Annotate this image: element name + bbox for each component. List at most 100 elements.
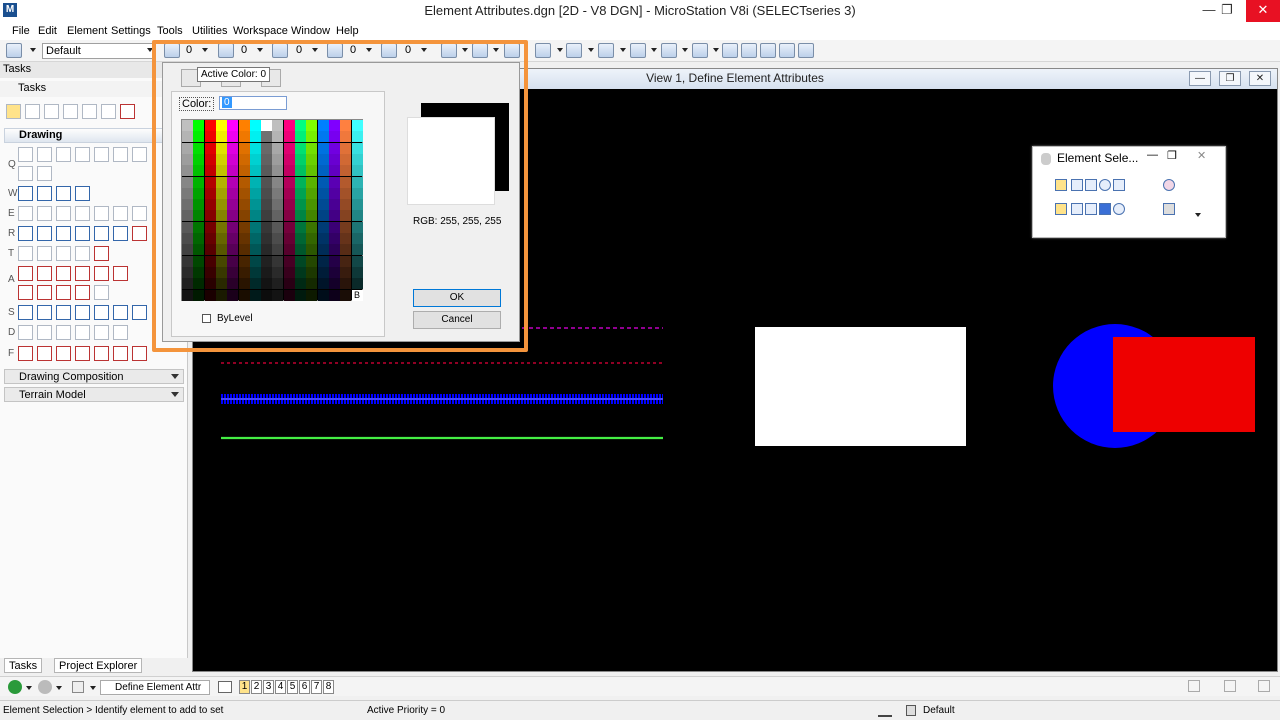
- text-fill-icon[interactable]: [75, 285, 90, 300]
- color-swatch[interactable]: [238, 233, 250, 244]
- color-swatch[interactable]: [249, 255, 261, 267]
- line-style-icon[interactable]: [218, 43, 234, 58]
- color-swatch[interactable]: [238, 266, 250, 278]
- color-swatch[interactable]: [238, 153, 250, 165]
- color-swatch[interactable]: [306, 120, 318, 131]
- color-swatch[interactable]: [193, 142, 205, 154]
- color-swatch[interactable]: [306, 210, 318, 222]
- place-arc-icon[interactable]: [56, 206, 71, 221]
- view-groups-icon[interactable]: [218, 681, 232, 693]
- color-swatch[interactable]: [182, 221, 193, 233]
- fence-icon[interactable]: [113, 346, 128, 361]
- text-display-icon[interactable]: [37, 285, 52, 300]
- color-swatch[interactable]: [204, 131, 216, 143]
- color-swatch[interactable]: [306, 153, 318, 165]
- red-rectangle[interactable]: [1113, 337, 1255, 432]
- color-swatch[interactable]: [351, 187, 363, 199]
- selection-cursor-icon[interactable]: [1163, 203, 1175, 215]
- text-match-icon[interactable]: [113, 266, 128, 281]
- color-swatch[interactable]: [215, 120, 227, 131]
- chevron-down-icon[interactable]: [462, 48, 468, 52]
- forward-arrow-icon[interactable]: [38, 680, 52, 694]
- color-swatch[interactable]: [249, 176, 261, 188]
- place-text-icon[interactable]: [18, 266, 33, 281]
- color-swatch[interactable]: [328, 165, 340, 177]
- place-shape-icon[interactable]: [37, 186, 52, 201]
- chevron-down-icon[interactable]: [312, 48, 318, 52]
- color-swatch[interactable]: [272, 233, 284, 244]
- chevron-down-icon[interactable]: [493, 48, 499, 52]
- search-icon[interactable]: [741, 43, 757, 58]
- color-swatch[interactable]: [249, 210, 261, 222]
- rotate-icon[interactable]: [75, 226, 90, 241]
- color-swatch[interactable]: [227, 266, 239, 278]
- color-swatch[interactable]: [283, 210, 295, 222]
- view-attributes-icon[interactable]: [566, 43, 582, 58]
- selection-no-entry-icon[interactable]: [1163, 179, 1175, 191]
- color-swatch[interactable]: [328, 176, 340, 188]
- color-swatch[interactable]: [340, 142, 352, 154]
- chevron-down-icon[interactable]: [202, 48, 208, 52]
- color-swatch[interactable]: [351, 233, 363, 244]
- color-swatch[interactable]: [215, 176, 227, 188]
- color-swatch[interactable]: [272, 278, 284, 290]
- color-swatch[interactable]: [283, 244, 295, 256]
- color-swatch[interactable]: [227, 210, 239, 222]
- color-swatch[interactable]: [193, 131, 205, 143]
- color-swatch[interactable]: [295, 255, 306, 267]
- color-swatch[interactable]: [317, 165, 329, 177]
- color-swatch[interactable]: [351, 153, 363, 165]
- color-swatch[interactable]: [306, 244, 318, 256]
- color-swatch[interactable]: [227, 120, 239, 131]
- color-swatch[interactable]: [193, 266, 205, 278]
- color-swatch[interactable]: [295, 210, 306, 222]
- color-swatch[interactable]: [261, 221, 273, 233]
- chevron-down-icon[interactable]: [26, 686, 32, 690]
- color-swatch[interactable]: [193, 153, 205, 165]
- color-swatch[interactable]: [204, 278, 216, 290]
- menu-element[interactable]: Element: [67, 25, 107, 37]
- color-swatch[interactable]: [193, 278, 205, 290]
- color-swatch[interactable]: [249, 199, 261, 211]
- color-swatch[interactable]: [182, 153, 193, 165]
- references-icon[interactable]: [598, 43, 614, 58]
- chevron-down-icon[interactable]: [682, 48, 688, 52]
- task-icon[interactable]: [44, 104, 59, 119]
- color-swatch[interactable]: [227, 153, 239, 165]
- color-swatch[interactable]: [238, 210, 250, 222]
- color-swatch[interactable]: [238, 278, 250, 290]
- color-swatch[interactable]: [351, 120, 363, 131]
- snap-icon[interactable]: [18, 305, 33, 320]
- color-swatch[interactable]: [351, 255, 363, 267]
- selection-all-icon[interactable]: [1113, 203, 1125, 215]
- color-swatch[interactable]: [351, 278, 363, 290]
- color-index-input[interactable]: 0: [219, 96, 287, 110]
- color-swatch[interactable]: [227, 176, 239, 188]
- color-swatch[interactable]: [340, 266, 352, 278]
- color-swatch[interactable]: [215, 187, 227, 199]
- color-swatch[interactable]: [261, 244, 273, 256]
- selection-line-icon[interactable]: [1113, 179, 1125, 191]
- color-swatch[interactable]: [283, 266, 295, 278]
- color-swatch[interactable]: [182, 199, 193, 211]
- chevron-down-icon[interactable]: [557, 48, 563, 52]
- menu-help[interactable]: Help: [336, 25, 359, 37]
- color-swatch[interactable]: [317, 255, 329, 267]
- level-manager-icon[interactable]: [6, 43, 22, 58]
- color-swatch[interactable]: [283, 255, 295, 267]
- color-swatch[interactable]: [215, 165, 227, 177]
- menu-settings[interactable]: Settings: [111, 25, 151, 37]
- color-swatch[interactable]: [193, 120, 205, 131]
- color-swatch[interactable]: [351, 266, 363, 278]
- snap-intersect-icon[interactable]: [113, 305, 128, 320]
- color-swatch[interactable]: [272, 142, 284, 154]
- color-swatch[interactable]: [215, 289, 227, 301]
- color-swatch[interactable]: [261, 165, 273, 177]
- color-swatch[interactable]: [204, 142, 216, 154]
- color-swatch[interactable]: [215, 233, 227, 244]
- view-button-6[interactable]: 6: [299, 680, 310, 694]
- color-swatch[interactable]: [328, 221, 340, 233]
- color-swatch[interactable]: [283, 165, 295, 177]
- color-swatch[interactable]: [249, 165, 261, 177]
- color-swatch[interactable]: [295, 278, 306, 290]
